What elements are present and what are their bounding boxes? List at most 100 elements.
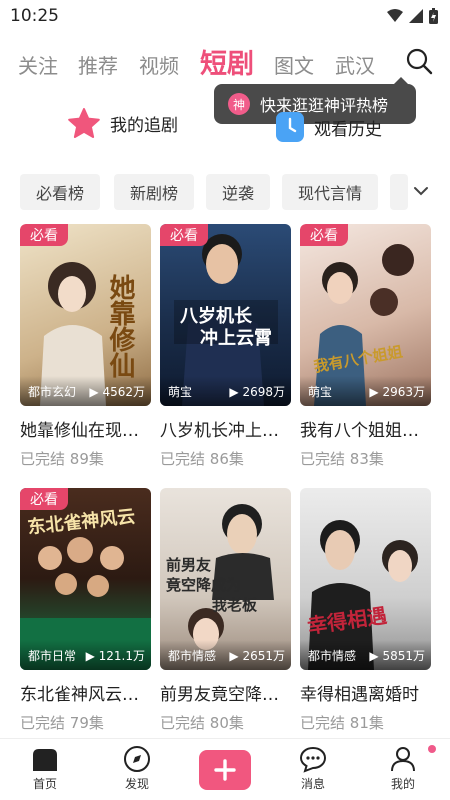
drama-status: 已完结 81集 xyxy=(300,712,384,733)
drama-poster[interactable]: 幸得相遇 都市情感 ▶ 5851万 xyxy=(300,488,431,670)
search-icon[interactable] xyxy=(404,46,434,76)
home-icon xyxy=(33,749,57,771)
svg-text:她靠修仙: 她靠修仙 xyxy=(105,274,136,378)
drama-title: 八岁机长冲上… xyxy=(160,421,279,441)
chip-must-watch[interactable]: 必看榜 xyxy=(20,174,100,210)
chip-comeback[interactable]: 逆袭 xyxy=(206,174,270,210)
tab-recommend[interactable]: 推荐 xyxy=(78,50,118,79)
plus-icon xyxy=(214,759,236,781)
compass-icon xyxy=(124,746,150,772)
notification-dot xyxy=(428,745,436,753)
drama-status: 已完结 80集 xyxy=(160,712,244,733)
poster-meta: 都市日常 ▶ 121.1万 xyxy=(20,640,151,670)
tab-graphic[interactable]: 图文 xyxy=(274,50,314,79)
status-bar: 10:25 xyxy=(0,0,450,34)
chevron-down-icon[interactable] xyxy=(410,180,432,202)
nav-discover-label: 发现 xyxy=(124,777,149,791)
views-label: ▶ 4562万 xyxy=(89,385,145,399)
status-time: 10:25 xyxy=(10,6,59,26)
nav-mine-label: 我的 xyxy=(390,777,415,791)
svg-text:冲上云霄: 冲上云霄 xyxy=(200,327,272,349)
genre-label: 都市情感 xyxy=(308,649,357,663)
drama-title: 她靠修仙在现… xyxy=(20,421,139,441)
drama-status: 已完结 83集 xyxy=(300,448,384,469)
views-label: ▶ 2698万 xyxy=(229,385,285,399)
chat-icon xyxy=(299,746,327,773)
wifi-icon xyxy=(387,9,403,22)
views-label: ▶ 2651万 xyxy=(229,649,285,663)
status-text: 已完结 xyxy=(300,450,346,468)
tab-wuhan[interactable]: 武汉 xyxy=(335,50,375,79)
chip-more-partial[interactable] xyxy=(390,174,408,210)
status-text: 已完结 xyxy=(300,714,346,732)
watch-history-label: 观看历史 xyxy=(314,119,382,140)
category-chips: 必看榜 新剧榜 逆袭 现代言情 xyxy=(20,174,450,210)
signal-icon xyxy=(409,9,423,23)
nav-discover[interactable]: 发现 xyxy=(107,745,167,792)
battery-icon xyxy=(429,8,438,24)
star-icon xyxy=(68,108,100,138)
episodes-text: 80集 xyxy=(209,714,244,732)
episodes-text: 81集 xyxy=(349,714,384,732)
drama-title: 幸得相遇离婚时 xyxy=(300,685,419,705)
drama-poster[interactable]: 八岁机长 冲上云霄 必看 萌宝 ▶ 2698万 xyxy=(160,224,291,406)
drama-poster[interactable]: 我有八个姐姐 必看 萌宝 ▶ 2963万 xyxy=(300,224,431,406)
poster-meta: 都市情感 ▶ 2651万 xyxy=(160,640,291,670)
svg-text:八岁机长: 八岁机长 xyxy=(180,305,253,327)
drama-card[interactable]: 她靠修仙 必看 都市玄幻 ▶ 4562万 她靠修仙在现… 已完结 89集 xyxy=(20,224,151,474)
views-label: ▶ 5851万 xyxy=(369,649,425,663)
chip-modern-romance[interactable]: 现代言情 xyxy=(282,174,378,210)
nav-messages[interactable]: 消息 xyxy=(283,745,343,792)
drama-title: 前男友竟空降… xyxy=(160,685,279,705)
episodes-text: 79集 xyxy=(69,714,104,732)
tab-short-drama[interactable]: 短剧 xyxy=(200,42,254,81)
poster-meta: 都市情感 ▶ 5851万 xyxy=(300,640,431,670)
drama-card[interactable]: 幸得相遇 都市情感 ▶ 5851万 幸得相遇离婚时 已完结 81集 xyxy=(300,488,431,738)
episodes-text: 89集 xyxy=(69,450,104,468)
nav-mine[interactable]: 我的 xyxy=(373,745,433,792)
genre-label: 萌宝 xyxy=(168,385,193,399)
watch-history-entry[interactable]: 观看历史 xyxy=(276,112,382,142)
my-follow-entry[interactable]: 我的追剧 xyxy=(68,108,178,138)
genre-label: 都市情感 xyxy=(168,649,217,663)
publish-button[interactable] xyxy=(199,750,251,790)
drama-status: 已完结 86集 xyxy=(160,448,244,469)
poster-meta: 萌宝 ▶ 2963万 xyxy=(300,376,431,406)
status-text: 已完结 xyxy=(160,450,206,468)
must-watch-badge: 必看 xyxy=(300,224,348,246)
nav-home[interactable]: 首页 xyxy=(15,745,75,792)
must-watch-badge: 必看 xyxy=(20,224,68,246)
poster-meta: 萌宝 ▶ 2698万 xyxy=(160,376,291,406)
drama-card[interactable]: 我有八个姐姐 必看 萌宝 ▶ 2963万 我有八个姐姐… 已完结 83集 xyxy=(300,224,431,474)
genre-label: 都市玄幻 xyxy=(28,385,77,399)
drama-status: 已完结 79集 xyxy=(20,712,104,733)
bottom-nav: 首页 发现 消息 我的 xyxy=(0,738,450,800)
drama-card[interactable]: 东北雀神风云 必看 都市日常 ▶ 121.1万 东北雀神风云… 已完结 79集 xyxy=(20,488,151,738)
drama-poster[interactable]: 前男友 竟空降成为 我老板 都市情感 ▶ 2651万 xyxy=(160,488,291,670)
status-text: 已完结 xyxy=(160,714,206,732)
episodes-text: 86集 xyxy=(209,450,244,468)
episodes-text: 83集 xyxy=(349,450,384,468)
tab-follow[interactable]: 关注 xyxy=(18,50,58,79)
poster-meta: 都市玄幻 ▶ 4562万 xyxy=(20,376,151,406)
user-icon xyxy=(391,747,415,772)
nav-home-label: 首页 xyxy=(32,777,57,791)
history-icon xyxy=(276,112,304,142)
my-follow-label: 我的追剧 xyxy=(110,115,178,136)
nav-messages-label: 消息 xyxy=(300,777,325,791)
views-label: ▶ 121.1万 xyxy=(85,649,145,663)
genre-label: 都市日常 xyxy=(28,649,77,663)
must-watch-badge: 必看 xyxy=(160,224,208,246)
views-label: ▶ 2963万 xyxy=(369,385,425,399)
drama-title: 东北雀神风云… xyxy=(20,685,139,705)
drama-poster[interactable]: 东北雀神风云 必看 都市日常 ▶ 121.1万 xyxy=(20,488,151,670)
tab-video[interactable]: 视频 xyxy=(139,50,179,79)
must-watch-badge: 必看 xyxy=(20,488,68,510)
chip-new[interactable]: 新剧榜 xyxy=(114,174,194,210)
drama-card[interactable]: 八岁机长 冲上云霄 必看 萌宝 ▶ 2698万 八岁机长冲上… 已完结 86集 xyxy=(160,224,291,474)
drama-poster[interactable]: 她靠修仙 必看 都市玄幻 ▶ 4562万 xyxy=(20,224,151,406)
svg-text:东北雀神风云: 东北雀神风云 xyxy=(27,505,137,538)
drama-card[interactable]: 前男友 竟空降成为 我老板 都市情感 ▶ 2651万 前男友竟空降… 已完结 80集 xyxy=(160,488,291,738)
svg-text:我老板: 我老板 xyxy=(212,596,258,614)
status-text: 已完结 xyxy=(20,450,66,468)
